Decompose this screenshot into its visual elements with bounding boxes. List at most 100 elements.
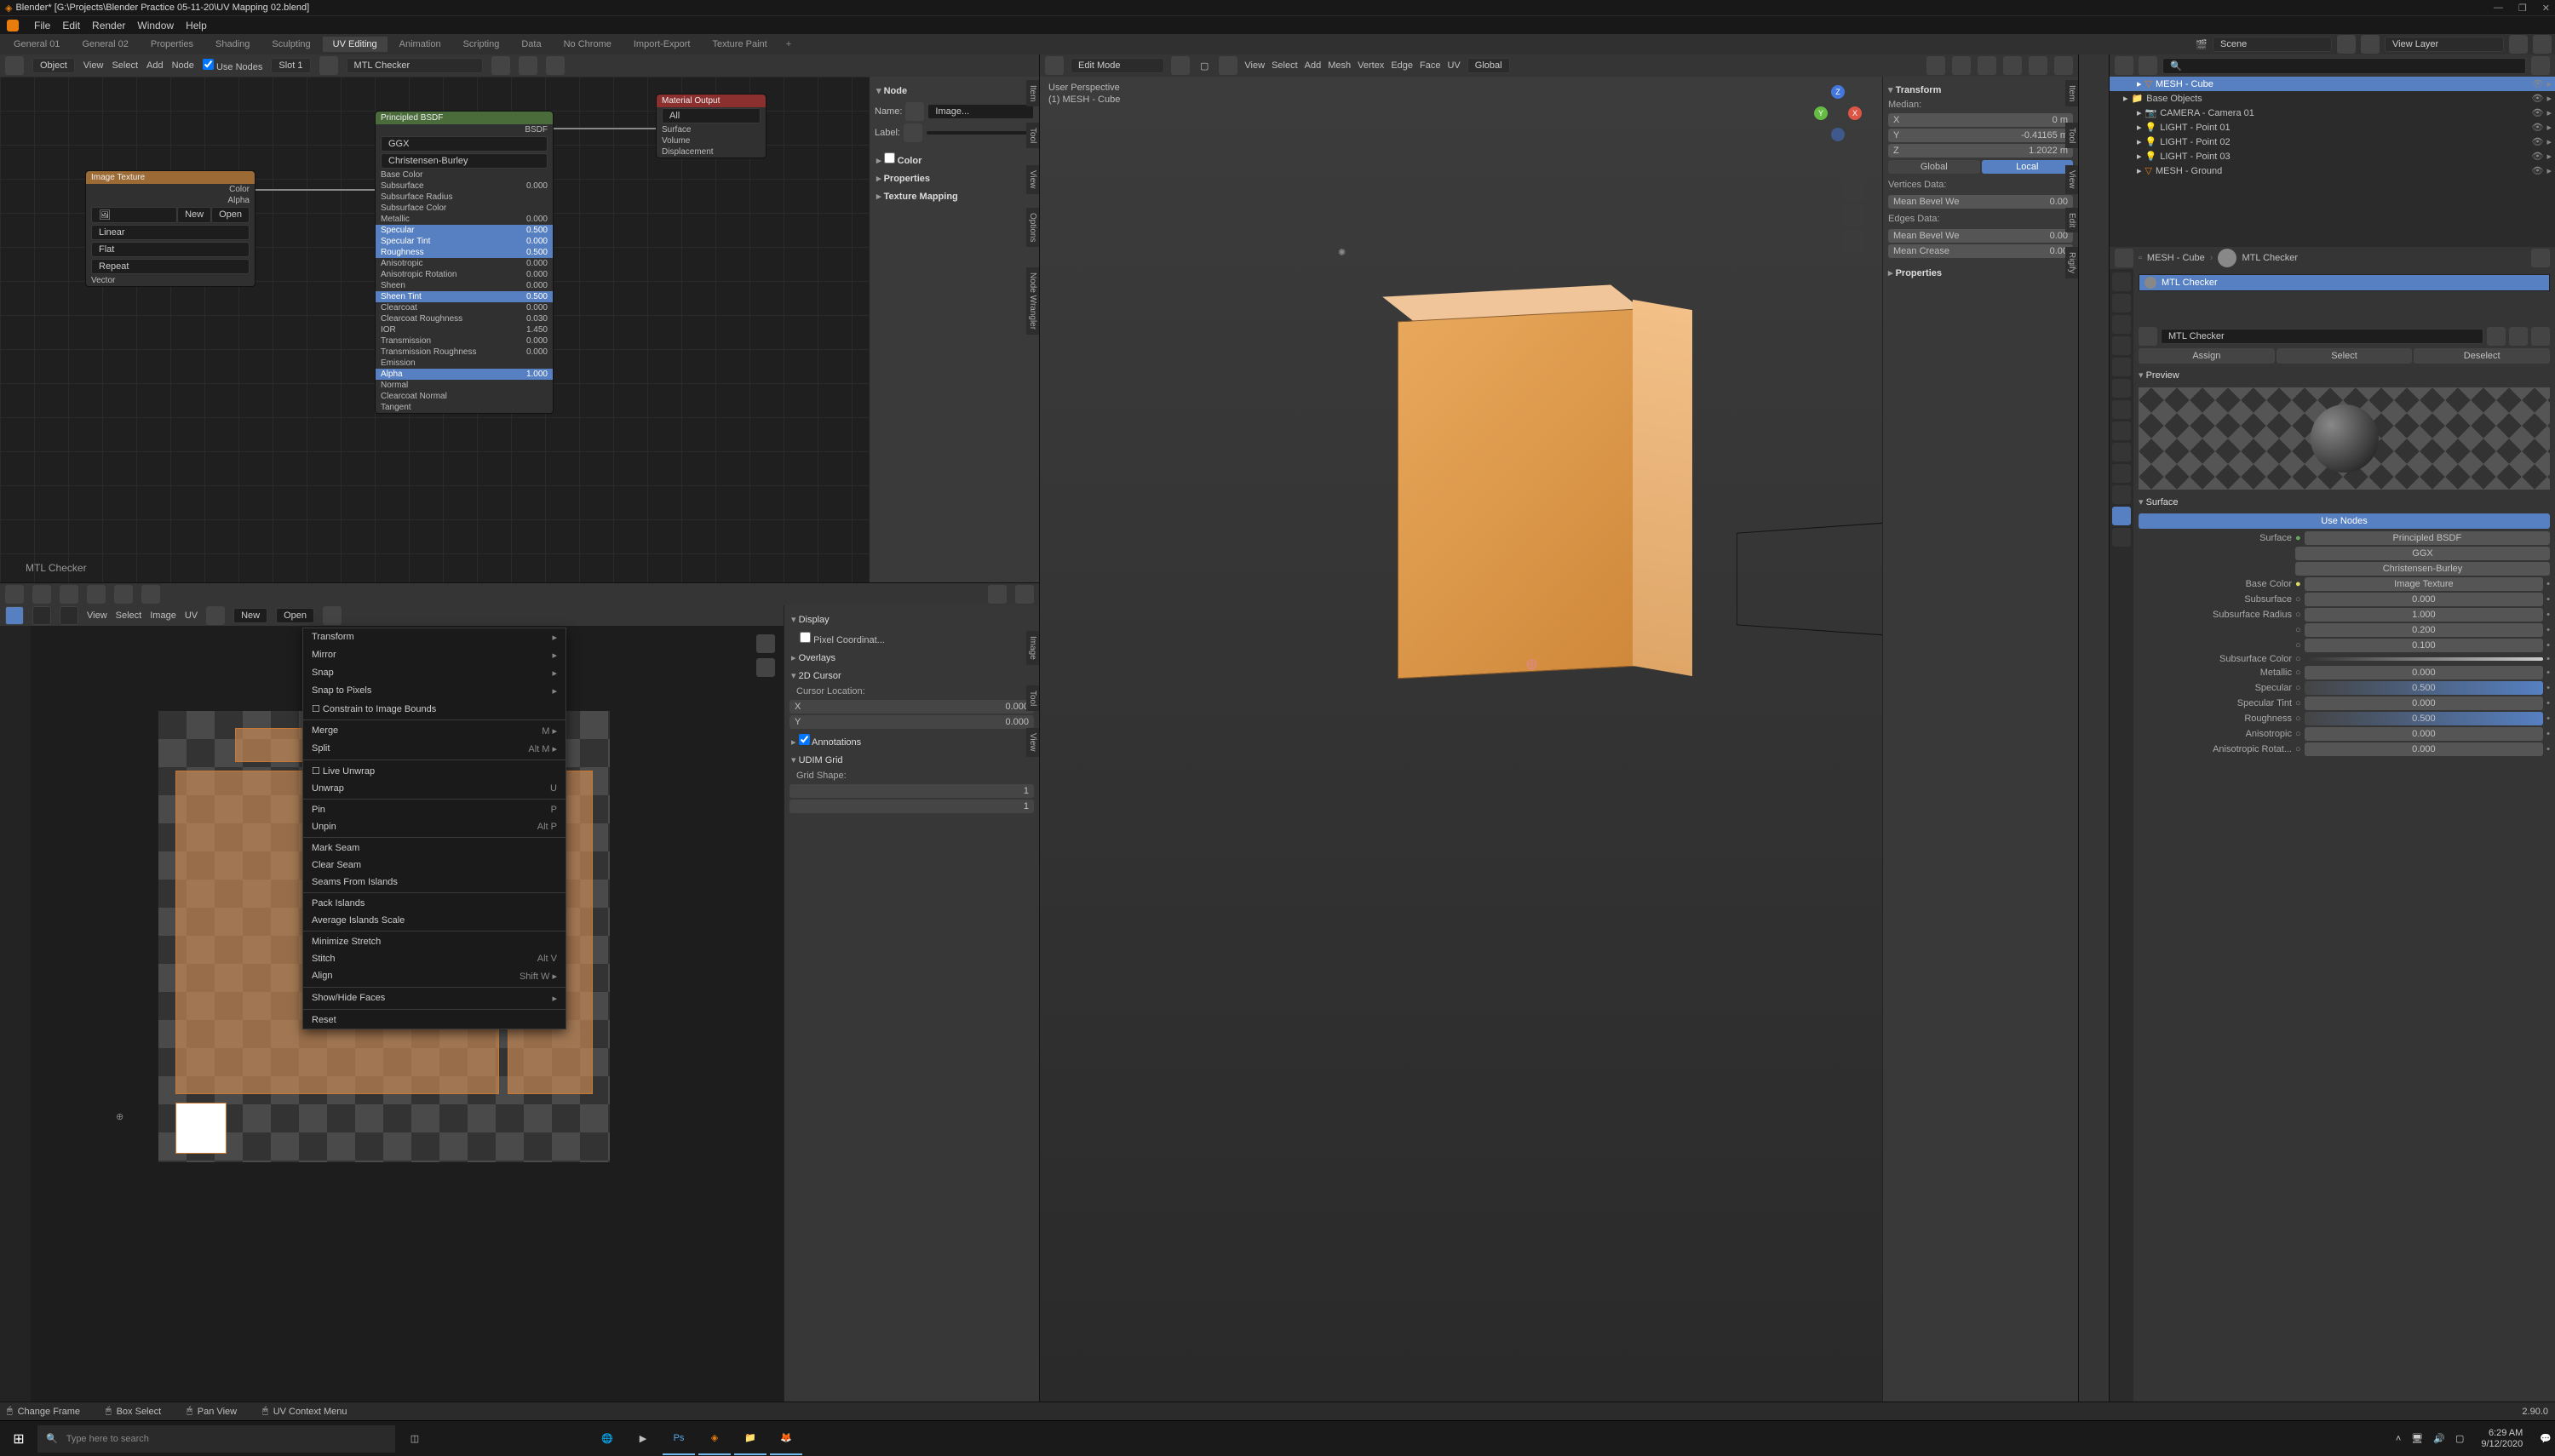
property-value[interactable]: 0.200 xyxy=(2305,623,2543,637)
shading-matprev-icon[interactable] xyxy=(2029,56,2047,75)
app-photoshop[interactable]: Ps xyxy=(663,1423,695,1455)
tab-tool[interactable]: Tool xyxy=(1026,123,1039,148)
sss-method-dropdown[interactable]: Christensen-Burley xyxy=(2295,562,2550,576)
median-x[interactable]: X0 m xyxy=(1888,113,2073,127)
uv-menu-image[interactable]: Image xyxy=(150,610,176,621)
menu-item[interactable]: Minimize Stretch xyxy=(303,933,566,950)
space-global[interactable]: Global xyxy=(1888,160,1980,174)
scene-field[interactable]: Scene xyxy=(2213,37,2332,52)
property-value[interactable]: Image Texture xyxy=(2305,577,2543,591)
uv-select-mode-face[interactable] xyxy=(114,585,133,604)
outliner-row[interactable]: ▸📷CAMERA - Camera 01👁▸ xyxy=(2110,106,2555,120)
tab-material[interactable] xyxy=(2112,507,2131,525)
zoom-icon[interactable] xyxy=(1843,153,1865,175)
section-overlays[interactable]: Overlays xyxy=(789,649,1034,667)
node-socket[interactable]: Specular0.500 xyxy=(376,225,553,236)
shading-wire-icon[interactable] xyxy=(1978,56,1996,75)
task-view-button[interactable]: ◫ xyxy=(399,1423,431,1455)
material-new-icon[interactable] xyxy=(2509,327,2528,346)
node-socket[interactable]: Clearcoat Roughness0.030 xyxy=(376,313,553,324)
tab-node-wrangler[interactable]: Node Wrangler xyxy=(1026,267,1039,335)
mean-crease[interactable]: Mean Crease0.00 xyxy=(1888,244,2073,258)
filter-icon[interactable] xyxy=(2531,56,2550,75)
node-socket[interactable]: Metallic0.000 xyxy=(376,214,553,225)
camera-view-icon[interactable] xyxy=(1843,204,1865,226)
node-principled-bsdf[interactable]: Principled BSDF BSDF GGX Christensen-Bur… xyxy=(375,111,554,414)
cursor-y[interactable]: Y0.000 xyxy=(789,715,1034,729)
property-value[interactable]: 0.100 xyxy=(2305,639,2543,652)
viewlayer-field[interactable]: View Layer xyxy=(2385,37,2504,52)
tray-network-icon[interactable]: 🖥 xyxy=(2411,1433,2423,1444)
slot-field[interactable]: Slot 1 xyxy=(271,58,310,73)
app-firefox[interactable]: 🦊 xyxy=(770,1423,802,1455)
deselect-button[interactable]: Deselect xyxy=(2414,348,2550,364)
node-socket[interactable]: Subsurface Color xyxy=(376,203,553,214)
tab-tool[interactable]: Tool xyxy=(2065,123,2078,148)
menu-window[interactable]: Window xyxy=(137,20,174,32)
3d-menu-view[interactable]: View xyxy=(1244,60,1265,71)
pin-icon[interactable] xyxy=(2531,249,2550,267)
taskbar-search[interactable]: 🔍 Type here to search xyxy=(37,1425,395,1453)
pin-icon[interactable] xyxy=(323,606,342,625)
section-texture-mapping[interactable]: Texture Mapping xyxy=(875,187,1034,205)
tab-options[interactable]: Options xyxy=(1026,208,1039,247)
eye-icon[interactable]: 👁 xyxy=(2532,151,2544,162)
node-socket[interactable]: Transmission0.000 xyxy=(376,335,553,347)
node-socket[interactable]: Sheen0.000 xyxy=(376,280,553,291)
node-socket[interactable]: Transmission Roughness0.000 xyxy=(376,347,553,358)
mat-copy-button[interactable] xyxy=(519,56,537,75)
tab-tool[interactable]: Tool xyxy=(1026,685,1039,711)
material-users-icon[interactable] xyxy=(2487,327,2506,346)
overlays-icon[interactable] xyxy=(1926,56,1945,75)
selectable-icon[interactable]: ▸ xyxy=(2546,93,2552,104)
editor-type-icon[interactable] xyxy=(5,56,24,75)
workspace-tab[interactable]: Scripting xyxy=(453,37,510,52)
property-value[interactable]: 0.000 xyxy=(2305,593,2543,606)
workspace-tab[interactable]: Animation xyxy=(389,37,451,52)
menu-item[interactable]: Reset xyxy=(303,1012,566,1029)
3d-menu-add[interactable]: Add xyxy=(1305,60,1322,71)
surface-shader-dropdown[interactable]: Principled BSDF xyxy=(2305,531,2550,545)
menu-item[interactable]: AlignShift W ▸ xyxy=(303,967,566,985)
editor-type-icon[interactable] xyxy=(2115,249,2133,267)
section-node[interactable]: Node xyxy=(875,82,1034,100)
editor-type-icon[interactable] xyxy=(5,585,24,604)
uv-select-mode-vert[interactable] xyxy=(60,585,78,604)
menu-item[interactable]: Snap to Pixels ▸ xyxy=(303,682,566,700)
select-mode-vert[interactable] xyxy=(1171,56,1190,75)
tab-texture[interactable] xyxy=(2112,528,2131,547)
editor-type-icon[interactable] xyxy=(1045,56,1064,75)
workspace-tab[interactable]: No Chrome xyxy=(554,37,622,52)
mesh-cube-face[interactable] xyxy=(1398,309,1636,679)
menu-file[interactable]: File xyxy=(34,20,50,32)
eye-icon[interactable]: 👁 xyxy=(2532,136,2544,147)
tab-constraints[interactable] xyxy=(2112,464,2131,483)
uv-menu-view[interactable]: View xyxy=(87,610,107,621)
uv-island-selected[interactable] xyxy=(175,1103,227,1154)
menu-help[interactable]: Help xyxy=(186,20,207,32)
tab-rigify[interactable]: Rigify xyxy=(2065,247,2078,278)
tab-object[interactable] xyxy=(2112,379,2131,398)
tab-edit[interactable]: Edit xyxy=(2065,208,2078,232)
zoom-icon[interactable] xyxy=(756,634,775,653)
selectable-icon[interactable]: ▸ xyxy=(2546,165,2552,176)
tab-output[interactable] xyxy=(2112,294,2131,312)
3d-menu-face[interactable]: Face xyxy=(1420,60,1440,71)
menu-item[interactable]: StitchAlt V xyxy=(303,950,566,967)
uv-menu-uv[interactable]: UV xyxy=(185,610,198,621)
menu-item[interactable]: Average Islands Scale xyxy=(303,912,566,929)
section-surface[interactable]: Surface xyxy=(2139,493,2550,511)
eye-icon[interactable]: 👁 xyxy=(2532,122,2544,133)
workspace-tab[interactable]: General 01 xyxy=(3,37,70,52)
selectable-icon[interactable]: ▸ xyxy=(2546,151,2552,162)
mean-bevel-weight-e[interactable]: Mean Bevel We0.00 xyxy=(1888,229,2073,243)
tab-view[interactable]: View xyxy=(1026,165,1039,194)
property-value[interactable]: 0.500 xyxy=(2305,681,2543,695)
select-button[interactable]: Select xyxy=(2277,348,2413,364)
selectable-icon[interactable]: ▸ xyxy=(2546,78,2552,89)
scene-delete-button[interactable] xyxy=(2361,35,2380,54)
menu-item[interactable]: UnpinAlt P xyxy=(303,818,566,835)
menu-item[interactable]: ☐ Constrain to Image Bounds xyxy=(303,700,566,718)
image-browse-icon[interactable] xyxy=(206,606,225,625)
shader-menu-node[interactable]: Node xyxy=(172,60,194,71)
